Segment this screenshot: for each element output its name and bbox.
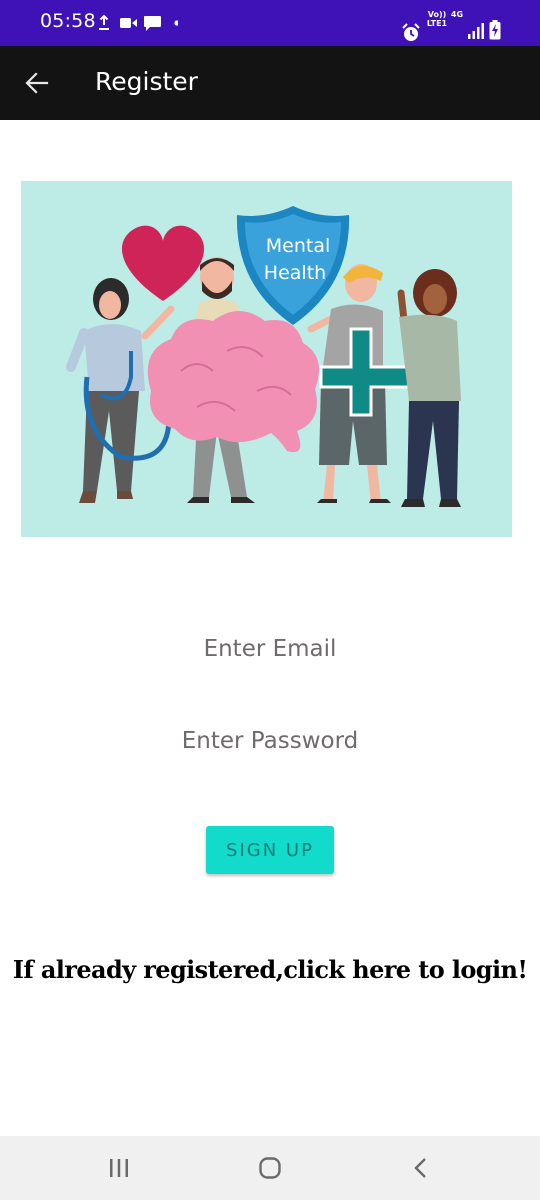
back-button[interactable] bbox=[14, 60, 60, 106]
status-time: 05:58 bbox=[40, 10, 96, 32]
nav-back-button[interactable] bbox=[391, 1150, 451, 1186]
home-icon bbox=[259, 1157, 281, 1179]
status-bar: 05:58 Vo)) LTE1 4G bbox=[0, 0, 540, 46]
person-curly bbox=[397, 269, 461, 507]
shield-text-line1: Mental bbox=[266, 235, 331, 257]
password-field[interactable] bbox=[0, 724, 540, 758]
heart-icon bbox=[121, 225, 205, 301]
sign-up-button[interactable]: SIGN UP bbox=[206, 826, 334, 874]
home-button[interactable] bbox=[240, 1150, 300, 1186]
alarm-icon bbox=[402, 23, 420, 41]
shield-icon: Mental Health bbox=[236, 206, 350, 325]
login-link[interactable]: If already registered,click here to logi… bbox=[0, 955, 540, 984]
battery-charging-icon bbox=[489, 20, 501, 40]
brain-icon bbox=[147, 311, 319, 453]
arrow-left-icon bbox=[25, 72, 49, 94]
video-icon bbox=[120, 18, 137, 28]
hero-illustration: Mental Health bbox=[21, 181, 512, 537]
recents-button[interactable] bbox=[89, 1150, 149, 1186]
back-icon bbox=[414, 1158, 426, 1178]
shield-text-line2: Health bbox=[264, 262, 326, 284]
dot-icon bbox=[174, 20, 178, 26]
signal-icon bbox=[468, 23, 484, 39]
network-4g: 4G bbox=[450, 10, 464, 19]
page-title: Register bbox=[95, 67, 198, 96]
upload-icon bbox=[99, 14, 109, 30]
notification-icons bbox=[99, 14, 178, 31]
system-nav-bar bbox=[0, 1136, 540, 1200]
app-bar: Register bbox=[0, 46, 540, 120]
message-icon bbox=[144, 16, 161, 31]
network-type: Vo)) LTE1 bbox=[426, 10, 448, 28]
mental-health-illustration: Mental Health bbox=[66, 206, 461, 507]
email-field[interactable] bbox=[0, 632, 540, 666]
recents-icon bbox=[110, 1159, 128, 1177]
